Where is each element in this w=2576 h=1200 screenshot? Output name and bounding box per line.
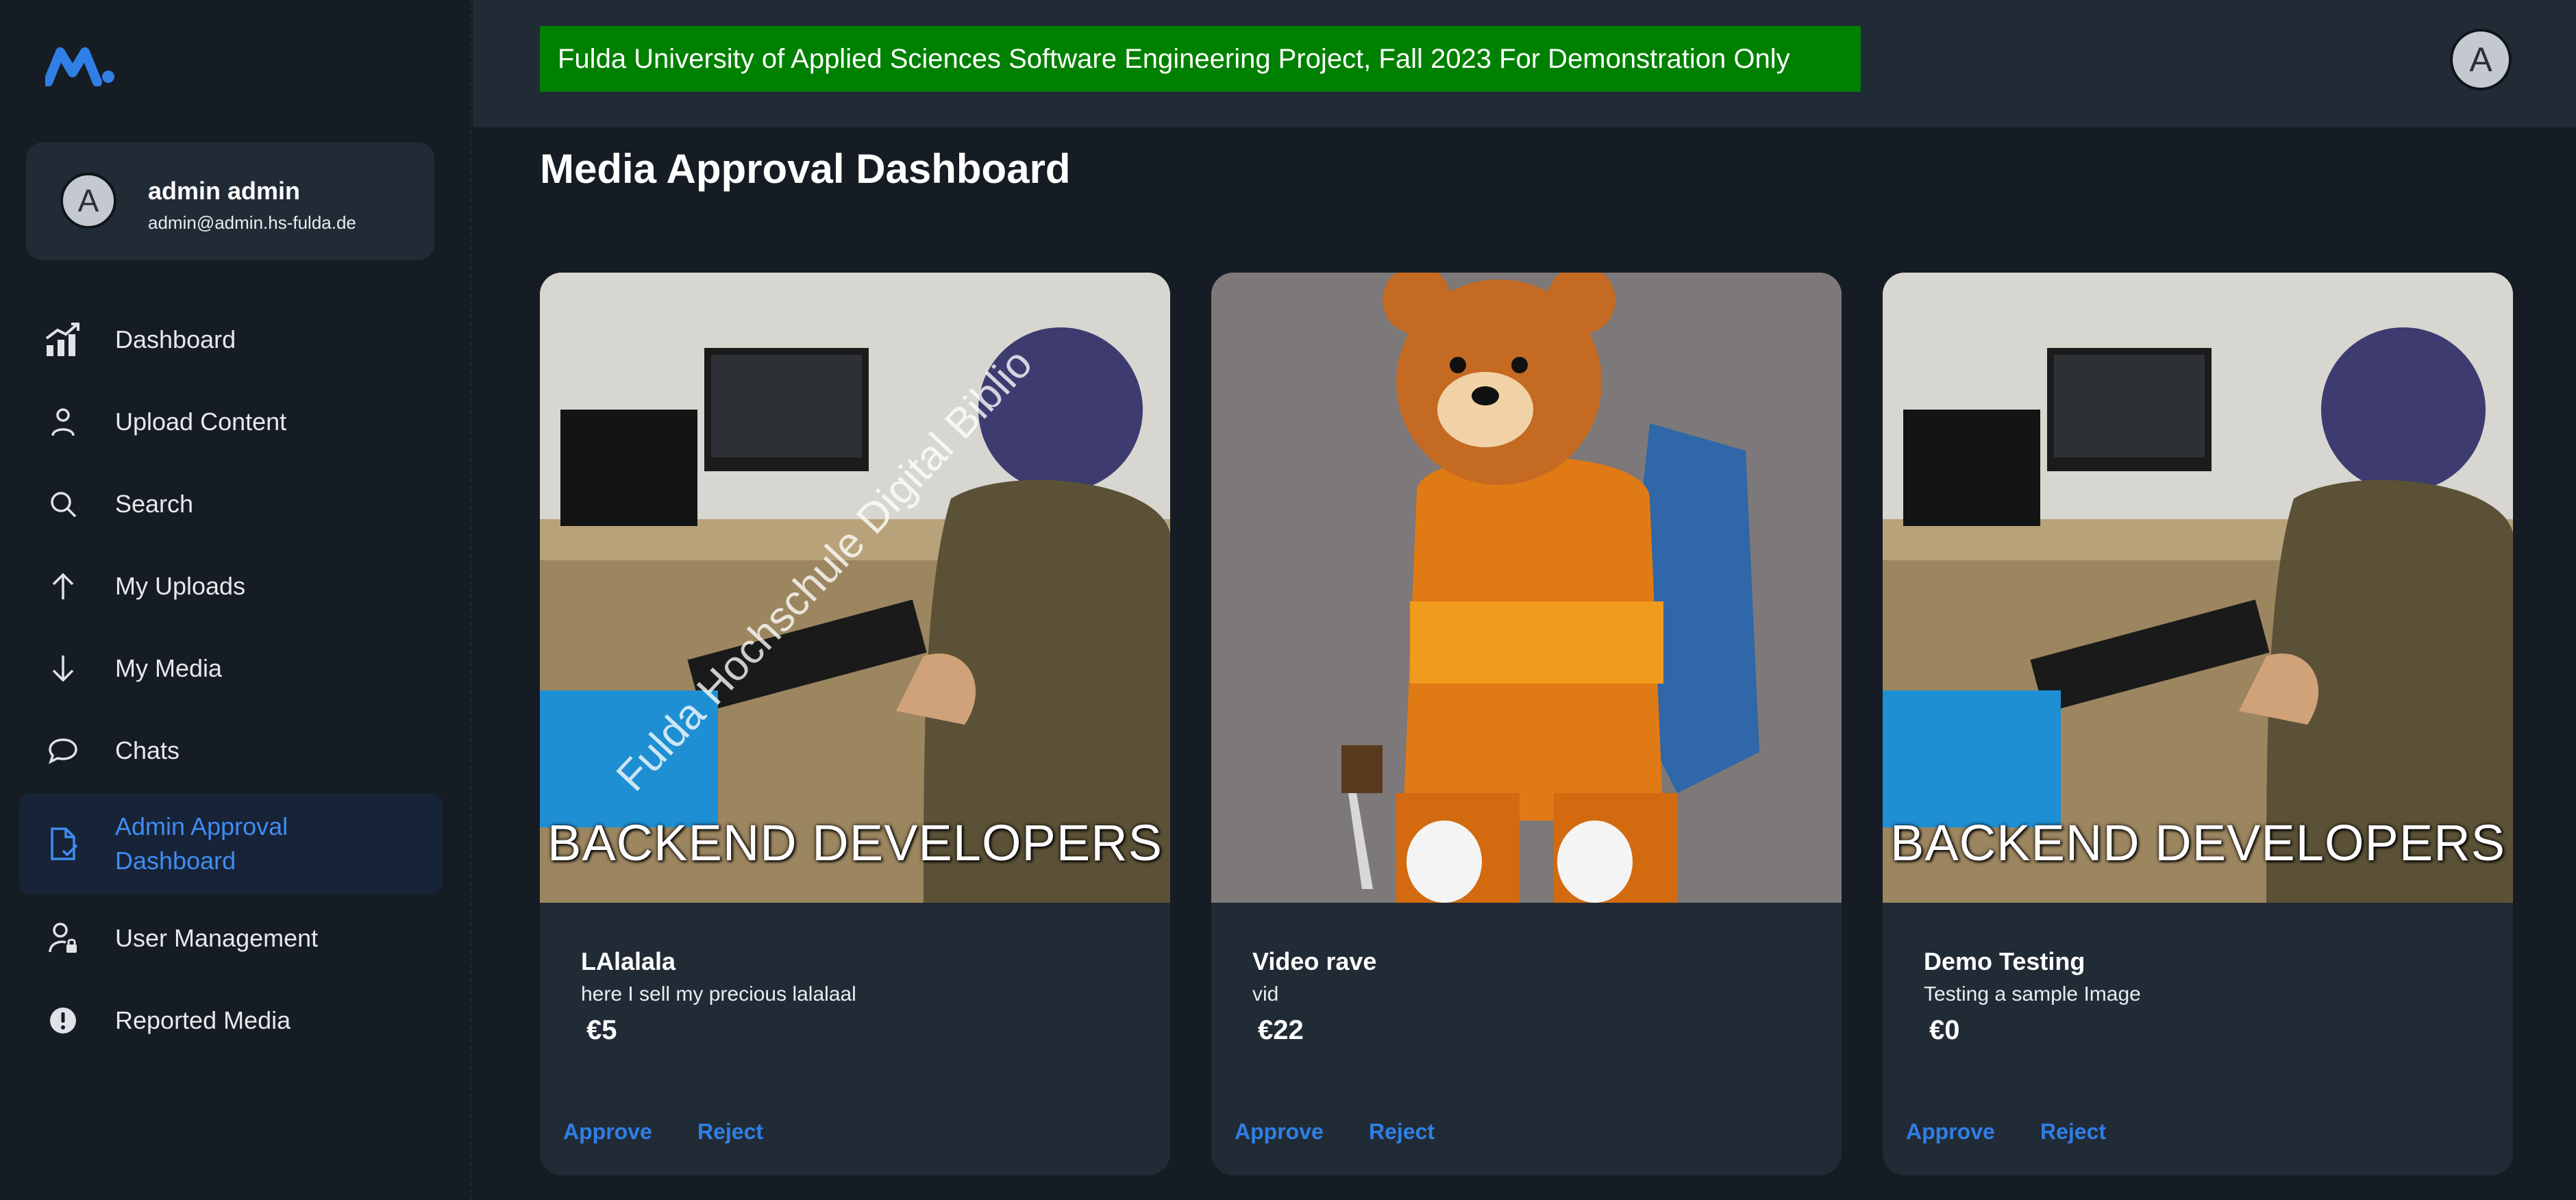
account-avatar[interactable]: A: [2450, 29, 2512, 90]
sidebar-item-my-uploads[interactable]: My Uploads: [19, 545, 443, 627]
user-name: admin admin: [148, 177, 301, 205]
media-image[interactable]: BACKEND DEVELOPERS Fulda Hochschule Digi…: [540, 273, 1170, 903]
card-description: vid: [1252, 983, 1279, 1005]
sidebar-item-reported-media[interactable]: Reported Media: [19, 979, 443, 1062]
sidebar-nav: Dashboard Upload Content Search My Uploa…: [19, 299, 443, 1062]
card-price: €22: [1258, 1015, 1304, 1045]
sidebar-item-dashboard[interactable]: Dashboard: [19, 299, 443, 381]
card-price: €0: [1929, 1015, 1960, 1045]
reject-button[interactable]: Reject: [697, 1119, 763, 1145]
reject-button[interactable]: Reject: [2040, 1119, 2106, 1145]
sidebar-item-label: Search: [115, 490, 194, 518]
arrow-down-icon: [45, 651, 81, 686]
office-photo-illustration: [540, 273, 1170, 903]
sidebar-item-my-media[interactable]: My Media: [19, 627, 443, 710]
card-description: here I sell my precious lalalaal: [581, 983, 856, 1005]
person-icon: [45, 404, 81, 440]
chart-trend-icon: [45, 322, 81, 358]
approve-button[interactable]: Approve: [563, 1119, 652, 1145]
user-lock-icon: [45, 921, 81, 956]
media-card: BACKEND DEVELOPERS Fulda Hochschule Digi…: [540, 273, 1170, 1175]
sidebar-item-search[interactable]: Search: [19, 463, 443, 545]
approve-button[interactable]: Approve: [1235, 1119, 1324, 1145]
app-logo[interactable]: [45, 45, 116, 86]
search-icon: [45, 486, 81, 522]
user-card: A admin admin admin@admin.hs-fulda.de: [26, 142, 434, 260]
card-title: Demo Testing: [1924, 947, 2085, 975]
sidebar-item-chats[interactable]: Chats: [19, 710, 443, 792]
page-title: Media Approval Dashboard: [540, 146, 1071, 192]
sidebar: A admin admin admin@admin.hs-fulda.de Da…: [0, 0, 471, 1200]
user-email: admin@admin.hs-fulda.de: [148, 212, 356, 233]
media-card: Video rave vid €22 Approve Reject: [1211, 273, 1842, 1175]
avatar[interactable]: A: [60, 173, 116, 229]
sidebar-item-label: User Management: [115, 924, 319, 952]
approve-button[interactable]: Approve: [1906, 1119, 1995, 1145]
sidebar-item-label: My Media: [115, 654, 223, 682]
top-bar: Fulda University of Applied Sciences Sof…: [473, 0, 2576, 127]
card-title: LAlalala: [581, 947, 676, 975]
office-photo-illustration: [1883, 273, 2513, 903]
arrow-up-icon: [45, 568, 81, 604]
teddy-bear-illustration: [1211, 273, 1842, 903]
sidebar-item-upload-content[interactable]: Upload Content: [19, 381, 443, 463]
sidebar-item-label: Upload Content: [115, 408, 287, 436]
image-caption: BACKEND DEVELOPERS: [1890, 814, 2506, 871]
card-description: Testing a sample Image: [1924, 983, 2141, 1005]
media-card: BACKEND DEVELOPERS Demo Testing Testing …: [1883, 273, 2513, 1175]
sidebar-item-label: Chats: [115, 736, 180, 764]
media-image[interactable]: [1211, 273, 1842, 903]
sidebar-item-label: My Uploads: [115, 572, 246, 600]
card-price: €5: [586, 1015, 617, 1045]
image-caption: BACKEND DEVELOPERS: [547, 814, 1163, 871]
document-check-icon: [45, 826, 81, 862]
sidebar-item-label: Admin Approval Dashboard: [115, 812, 288, 875]
alert-icon: [45, 1003, 81, 1038]
sidebar-item-admin-approval-dashboard[interactable]: Admin Approval Dashboard: [19, 793, 443, 895]
card-title: Video rave: [1252, 947, 1377, 975]
sidebar-item-label: Dashboard: [115, 325, 236, 353]
media-image[interactable]: BACKEND DEVELOPERS: [1883, 273, 2513, 903]
demo-banner: Fulda University of Applied Sciences Sof…: [540, 26, 1861, 92]
chat-bubble-icon: [45, 733, 81, 768]
sidebar-item-user-management[interactable]: User Management: [19, 897, 443, 979]
sidebar-item-label: Reported Media: [115, 1006, 291, 1034]
reject-button[interactable]: Reject: [1369, 1119, 1435, 1145]
